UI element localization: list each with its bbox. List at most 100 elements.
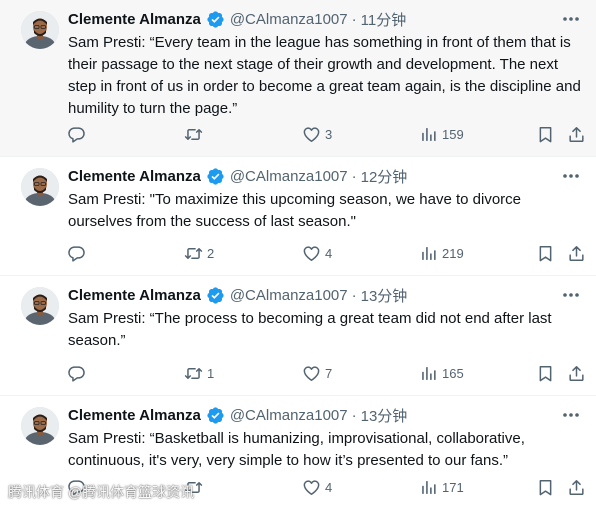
- like-count: 3: [325, 126, 333, 142]
- tweet-header: Clemente Almanza @CAlmanza1007 · 12分钟: [68, 166, 407, 186]
- tweet-text: Sam Presti: "To maximize this upcoming s…: [68, 191, 522, 230]
- retweet-icon: [184, 364, 203, 383]
- retweet-button[interactable]: 2: [184, 243, 214, 263]
- tweet-text: Sam Presti: “Basketball is humanizing, i…: [68, 430, 525, 469]
- bookmark-button[interactable]: [536, 124, 555, 144]
- bookmark-icon: [536, 364, 555, 383]
- views-button[interactable]: 159: [419, 124, 464, 144]
- more-options-icon[interactable]: [560, 285, 582, 305]
- share-button[interactable]: [567, 363, 586, 383]
- timestamp[interactable]: 13分钟: [361, 405, 408, 426]
- views-icon: [419, 244, 438, 263]
- bookmark-icon: [536, 244, 555, 263]
- tweet[interactable]: Clemente Almanza @CAlmanza1007 · 13分钟 Sa…: [0, 276, 596, 395]
- tweet-text: Sam Presti: “The process to becoming a g…: [68, 310, 552, 349]
- retweet-icon: [184, 244, 203, 263]
- verified-badge-icon: [206, 167, 225, 186]
- reply-button[interactable]: [67, 124, 90, 144]
- author-name[interactable]: Clemente Almanza: [68, 168, 201, 185]
- retweet-count: 1: [207, 365, 215, 381]
- author-handle[interactable]: @CAlmanza1007: [230, 168, 348, 185]
- author-handle[interactable]: @CAlmanza1007: [230, 287, 348, 304]
- retweet-icon: [184, 125, 203, 144]
- avatar[interactable]: [21, 168, 59, 206]
- views-button[interactable]: 165: [419, 363, 464, 383]
- share-button[interactable]: [567, 124, 586, 144]
- like-count: 4: [325, 479, 333, 495]
- author-name[interactable]: Clemente Almanza: [68, 407, 201, 424]
- avatar[interactable]: [21, 11, 59, 49]
- reply-icon: [67, 125, 86, 144]
- like-icon: [302, 478, 321, 497]
- separator-dot: ·: [351, 167, 357, 185]
- separator-dot: ·: [351, 406, 357, 424]
- bookmark-button[interactable]: [536, 363, 555, 383]
- reply-icon: [67, 364, 86, 383]
- tweet-actions: 1 7 165: [67, 363, 587, 383]
- timestamp[interactable]: 12分钟: [361, 166, 408, 187]
- like-icon: [302, 125, 321, 144]
- retweet-count: 2: [207, 245, 215, 261]
- more-options-icon[interactable]: [560, 9, 582, 29]
- bookmark-icon: [536, 125, 555, 144]
- avatar[interactable]: [21, 407, 59, 445]
- reply-button[interactable]: [67, 363, 90, 383]
- more-options-icon[interactable]: [560, 405, 582, 425]
- tweet-actions: 3 159: [67, 124, 587, 144]
- share-icon: [567, 364, 586, 383]
- retweet-button[interactable]: 1: [184, 363, 214, 383]
- like-button[interactable]: 4: [302, 243, 332, 263]
- views-count: 171: [442, 479, 464, 495]
- views-button[interactable]: 171: [419, 477, 464, 497]
- author-handle[interactable]: @CAlmanza1007: [230, 11, 348, 28]
- share-icon: [567, 244, 586, 263]
- like-icon: [302, 244, 321, 263]
- author-handle[interactable]: @CAlmanza1007: [230, 407, 348, 424]
- tweet-feed: Clemente Almanza @CAlmanza1007 · 11分钟 Sa…: [0, 0, 596, 509]
- like-count: 4: [325, 245, 333, 261]
- views-count: 165: [442, 365, 464, 381]
- like-button[interactable]: 3: [302, 124, 332, 144]
- views-icon: [419, 478, 438, 497]
- verified-badge-icon: [206, 10, 225, 29]
- tweet[interactable]: Clemente Almanza @CAlmanza1007 · 11分钟 Sa…: [0, 0, 596, 156]
- tweet[interactable]: Clemente Almanza @CAlmanza1007 · 12分钟 Sa…: [0, 157, 596, 275]
- tweet-header: Clemente Almanza @CAlmanza1007 · 11分钟: [68, 9, 406, 29]
- like-button[interactable]: 7: [302, 363, 332, 383]
- share-icon: [567, 125, 586, 144]
- more-options-icon[interactable]: [560, 166, 582, 186]
- views-button[interactable]: 219: [419, 243, 464, 263]
- like-button[interactable]: 4: [302, 477, 332, 497]
- tweet-header: Clemente Almanza @CAlmanza1007 · 13分钟: [68, 405, 407, 425]
- views-count: 219: [442, 245, 464, 261]
- tweet-actions: 2 4 219: [67, 243, 587, 263]
- tweet-divider: [0, 395, 596, 396]
- like-icon: [302, 364, 321, 383]
- separator-dot: ·: [351, 10, 357, 28]
- views-icon: [419, 364, 438, 383]
- author-name[interactable]: Clemente Almanza: [68, 287, 201, 304]
- share-button[interactable]: [567, 243, 586, 263]
- verified-badge-icon: [206, 406, 225, 425]
- timestamp[interactable]: 13分钟: [361, 285, 408, 306]
- watermark: 腾讯体育 @腾讯体育篮球资讯: [8, 484, 195, 500]
- tweet-divider: [0, 156, 596, 157]
- tweet-header: Clemente Almanza @CAlmanza1007 · 13分钟: [68, 285, 407, 305]
- separator-dot: ·: [351, 286, 357, 304]
- bookmark-button[interactable]: [536, 243, 555, 263]
- share-icon: [567, 478, 586, 497]
- retweet-button[interactable]: [184, 124, 207, 144]
- views-icon: [419, 125, 438, 144]
- share-button[interactable]: [567, 477, 586, 497]
- verified-badge-icon: [206, 286, 225, 305]
- avatar[interactable]: [21, 287, 59, 325]
- reply-icon: [67, 244, 86, 263]
- bookmark-icon: [536, 478, 555, 497]
- bookmark-button[interactable]: [536, 477, 555, 497]
- reply-button[interactable]: [67, 243, 90, 263]
- views-count: 159: [442, 126, 464, 142]
- tweet-text: Sam Presti: “Every team in the league ha…: [68, 34, 581, 117]
- author-name[interactable]: Clemente Almanza: [68, 11, 201, 28]
- like-count: 7: [325, 365, 333, 381]
- timestamp[interactable]: 11分钟: [361, 9, 407, 30]
